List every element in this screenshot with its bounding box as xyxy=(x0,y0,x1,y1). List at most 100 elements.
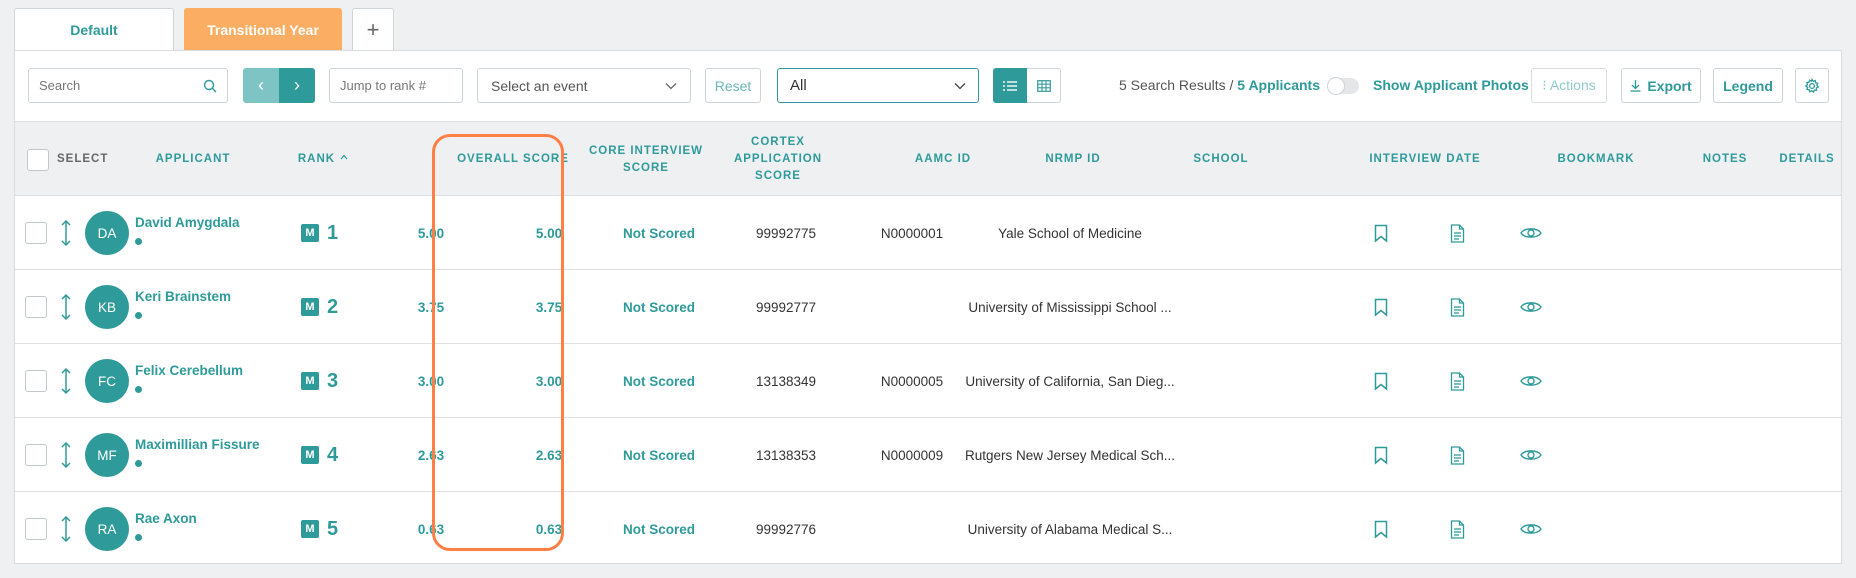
applicant-cell: Rae Axon xyxy=(135,492,197,566)
bookmark-icon xyxy=(1374,298,1388,317)
previous-page-button[interactable]: ‹ xyxy=(243,68,279,103)
jump-to-rank-input[interactable]: Jump to rank # xyxy=(329,68,463,103)
applicant-name-link[interactable]: Rae Axon xyxy=(135,511,197,526)
filter-select[interactable]: All xyxy=(777,68,979,103)
rank-cell: M 5 xyxy=(301,492,338,566)
notes-button[interactable] xyxy=(1437,344,1477,418)
tab-transitional-year[interactable]: Transitional Year xyxy=(184,8,342,50)
core-interview-score: 5.00 xyxy=(535,225,563,241)
column-header-applicant[interactable]: APPLICANT xyxy=(133,122,253,197)
show-photos-toggle[interactable] xyxy=(1327,77,1359,95)
drag-handle[interactable] xyxy=(59,196,73,270)
cortex-application-score: Not Scored xyxy=(622,299,695,315)
list-view-button[interactable] xyxy=(993,68,1027,103)
tab-bar: Default Transitional Year + xyxy=(14,8,404,50)
event-select[interactable]: Select an event xyxy=(477,68,691,103)
bookmark-button[interactable] xyxy=(1361,196,1401,270)
row-select[interactable] xyxy=(25,418,47,492)
row-select[interactable] xyxy=(25,196,47,270)
avatar[interactable]: KB xyxy=(85,285,129,329)
row-checkbox[interactable] xyxy=(25,444,47,466)
avatar[interactable]: DA xyxy=(85,211,129,255)
notes-button[interactable] xyxy=(1437,492,1477,566)
document-icon xyxy=(1450,445,1464,465)
drag-handle[interactable] xyxy=(59,418,73,492)
row-select[interactable] xyxy=(25,344,47,418)
search-placeholder: Search xyxy=(39,78,81,93)
column-header-aamc-id[interactable]: AAMC ID xyxy=(883,122,1003,197)
select-all[interactable]: SELECT xyxy=(27,122,117,197)
results-separator: / xyxy=(1225,77,1238,93)
status-dot xyxy=(135,460,142,467)
next-page-button[interactable]: › xyxy=(279,68,315,103)
bookmark-button[interactable] xyxy=(1361,270,1401,344)
overall-score: 5.00 xyxy=(417,225,445,241)
details-button[interactable] xyxy=(1509,344,1553,418)
export-button[interactable]: Export xyxy=(1621,68,1701,103)
overall-score: 3.75 xyxy=(417,299,445,315)
row-checkbox[interactable] xyxy=(25,222,47,244)
row-select[interactable] xyxy=(25,492,47,566)
applicant-name-link[interactable]: Maximillian Fissure xyxy=(135,437,260,452)
details-button[interactable] xyxy=(1509,492,1553,566)
chevron-down-icon xyxy=(665,82,677,89)
avatar[interactable]: MF xyxy=(85,433,129,477)
details-button[interactable] xyxy=(1509,418,1553,492)
rank-number: 4 xyxy=(327,443,339,466)
add-tab-button[interactable]: + xyxy=(352,8,394,50)
bookmark-button[interactable] xyxy=(1361,492,1401,566)
reset-button[interactable]: Reset xyxy=(705,68,761,103)
school-name: University of Mississippi School ... xyxy=(968,299,1172,315)
core-interview-score: 3.00 xyxy=(535,373,563,389)
avatar[interactable]: RA xyxy=(85,507,129,551)
core-interview-score: 3.75 xyxy=(535,299,563,315)
column-header-overall-score[interactable]: OVERALL SCORE xyxy=(447,122,579,197)
row-checkbox[interactable] xyxy=(25,370,47,392)
status-dot xyxy=(135,238,142,245)
bookmark-button[interactable] xyxy=(1361,344,1401,418)
row-select[interactable] xyxy=(25,270,47,344)
nrmp-id xyxy=(853,270,971,344)
applicant-name-link[interactable]: David Amygdala xyxy=(135,215,240,230)
bookmark-button[interactable] xyxy=(1361,418,1401,492)
notes-button[interactable] xyxy=(1437,418,1477,492)
tab-default[interactable]: Default xyxy=(14,8,174,50)
search-input[interactable]: Search xyxy=(28,68,228,103)
column-header-rank[interactable]: RANK xyxy=(283,122,363,197)
drag-handle[interactable] xyxy=(59,344,73,418)
table-row: FC Felix Cerebellum M 3 3.00 3.00 Not Sc… xyxy=(15,344,1841,418)
select-all-checkbox[interactable] xyxy=(27,148,49,171)
column-header-interview-date[interactable]: INTERVIEW DATE xyxy=(1345,122,1505,197)
applicant-name-link[interactable]: Felix Cerebellum xyxy=(135,363,243,378)
column-header-core-interview-score[interactable]: CORE INTERVIEW SCORE xyxy=(579,122,713,197)
applicant-name-link[interactable]: Keri Brainstem xyxy=(135,289,231,304)
row-checkbox[interactable] xyxy=(25,518,47,540)
drag-handle[interactable] xyxy=(59,270,73,344)
grid-view-button[interactable] xyxy=(1027,68,1061,103)
avatar[interactable]: FC xyxy=(85,359,129,403)
notes-button[interactable] xyxy=(1437,196,1477,270)
rank-number: 3 xyxy=(327,369,339,392)
drag-handle[interactable] xyxy=(59,492,73,566)
core-interview-score: 0.63 xyxy=(535,521,563,537)
show-photos-label[interactable]: Show Applicant Photos xyxy=(1373,77,1529,95)
nrmp-id xyxy=(853,492,971,566)
table-header: SELECT APPLICANT RANK OVERALL SCORE CORE… xyxy=(15,121,1841,196)
school-name: University of California, San Dieg... xyxy=(965,373,1175,389)
results-summary: 5 Search Results / 5 Applicants xyxy=(1119,77,1320,95)
details-button[interactable] xyxy=(1509,270,1553,344)
column-header-cortex-application-score[interactable]: CORTEX APPLICATION SCORE xyxy=(705,122,851,197)
eye-icon xyxy=(1520,228,1542,238)
legend-button[interactable]: Legend xyxy=(1713,68,1783,103)
details-button[interactable] xyxy=(1509,196,1553,270)
applicant-cell: Keri Brainstem xyxy=(135,270,231,344)
table-row: MF Maximillian Fissure M 4 2.63 2.63 Not… xyxy=(15,418,1841,492)
actions-button[interactable]: ⁝ Actions xyxy=(1531,68,1607,103)
row-checkbox[interactable] xyxy=(25,296,47,318)
settings-button[interactable] xyxy=(1795,68,1829,103)
column-header-details: DETAILS xyxy=(1779,153,1835,165)
notes-button[interactable] xyxy=(1437,270,1477,344)
column-header-school[interactable]: SCHOOL xyxy=(1171,122,1271,197)
rank-number: 2 xyxy=(327,295,339,318)
column-header-nrmp-id[interactable]: NRMP ID xyxy=(1013,122,1133,197)
